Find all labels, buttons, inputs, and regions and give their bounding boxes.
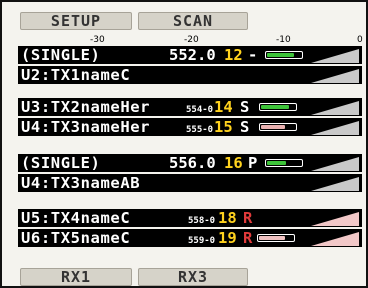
scale-tick-label: -30 xyxy=(90,35,105,45)
rf-level-wedge xyxy=(311,177,359,191)
mode-indicator: - xyxy=(248,46,258,64)
level-meter xyxy=(259,103,297,111)
mode-indicator: S xyxy=(240,118,250,136)
scale-tick-label: 0 xyxy=(357,35,363,45)
level-meter-fill xyxy=(259,236,285,240)
rf-level-wedge xyxy=(311,232,359,246)
level-meter xyxy=(257,234,295,242)
frequency: 555-0 xyxy=(186,125,214,135)
channel-label: U6:TX5nameC xyxy=(21,229,131,247)
channel-label: U2:TX1nameC xyxy=(21,66,131,84)
receiver-monitor-screen: SETUP SCAN -30 -20 -10 0 (SINGLE) 552.0 … xyxy=(0,0,368,288)
mode-indicator: R xyxy=(243,229,253,247)
channel-number: 19 xyxy=(218,229,237,247)
rf-level-wedge xyxy=(311,121,359,135)
level-meter xyxy=(265,51,303,59)
channel-label: (SINGLE) xyxy=(21,46,101,64)
mode-indicator: R xyxy=(243,209,253,227)
channel-row[interactable]: U4:TX3nameAB xyxy=(18,174,362,192)
level-meter-fill xyxy=(261,105,289,109)
channel-number: 14 xyxy=(214,98,233,116)
mode-indicator: S xyxy=(240,98,250,116)
tab-scan[interactable]: SCAN xyxy=(138,12,248,30)
channel-number: 18 xyxy=(218,209,237,227)
tab-setup[interactable]: SETUP xyxy=(20,12,132,30)
channel-row[interactable]: U6:TX5nameC 559-0 19 R xyxy=(18,229,362,247)
rf-level-wedge xyxy=(311,157,359,171)
channel-label: U3:TX2nameHer xyxy=(21,98,151,116)
rf-level-wedge xyxy=(311,49,359,63)
channel-row[interactable]: U3:TX2nameHer 554-0 14 S xyxy=(18,98,362,116)
frequency: 552.0 xyxy=(169,46,216,64)
level-meter xyxy=(265,159,303,167)
scale-tick-label: -10 xyxy=(276,35,291,45)
channel-row[interactable]: (SINGLE) 556.0 16 P xyxy=(18,154,362,172)
channel-label: U4:TX3nameHer xyxy=(21,118,151,136)
mode-indicator: P xyxy=(248,154,258,172)
frequency: 559-0 xyxy=(188,236,216,246)
channel-number: 15 xyxy=(214,118,233,136)
channel-label: (SINGLE) xyxy=(21,154,101,172)
rf-level-wedge xyxy=(311,212,359,226)
channel-label: U5:TX4nameC xyxy=(21,209,131,227)
channel-row[interactable]: U4:TX3nameHer 555-0 15 S xyxy=(18,118,362,136)
tab-rx1[interactable]: RX1 xyxy=(20,268,132,286)
rf-level-wedge xyxy=(311,69,359,83)
level-meter-fill xyxy=(261,125,285,129)
channel-row[interactable]: (SINGLE) 552.0 12 - xyxy=(18,46,362,64)
channel-row[interactable]: U5:TX4nameC 558-0 18 R xyxy=(18,209,362,227)
level-meter-fill xyxy=(267,53,294,57)
level-meter-fill xyxy=(267,161,286,165)
frequency: 554-0 xyxy=(186,105,214,115)
rf-level-wedge xyxy=(311,101,359,115)
tab-rx3[interactable]: RX3 xyxy=(138,268,248,286)
level-meter xyxy=(259,123,297,131)
scale-tick-label: -20 xyxy=(184,35,199,45)
frequency: 558-0 xyxy=(188,216,216,226)
frequency: 556.0 xyxy=(169,154,216,172)
channel-label: U4:TX3nameAB xyxy=(21,174,141,192)
channel-number: 16 xyxy=(224,154,243,172)
channel-row[interactable]: U2:TX1nameC xyxy=(18,66,362,84)
channel-number: 12 xyxy=(224,46,243,64)
